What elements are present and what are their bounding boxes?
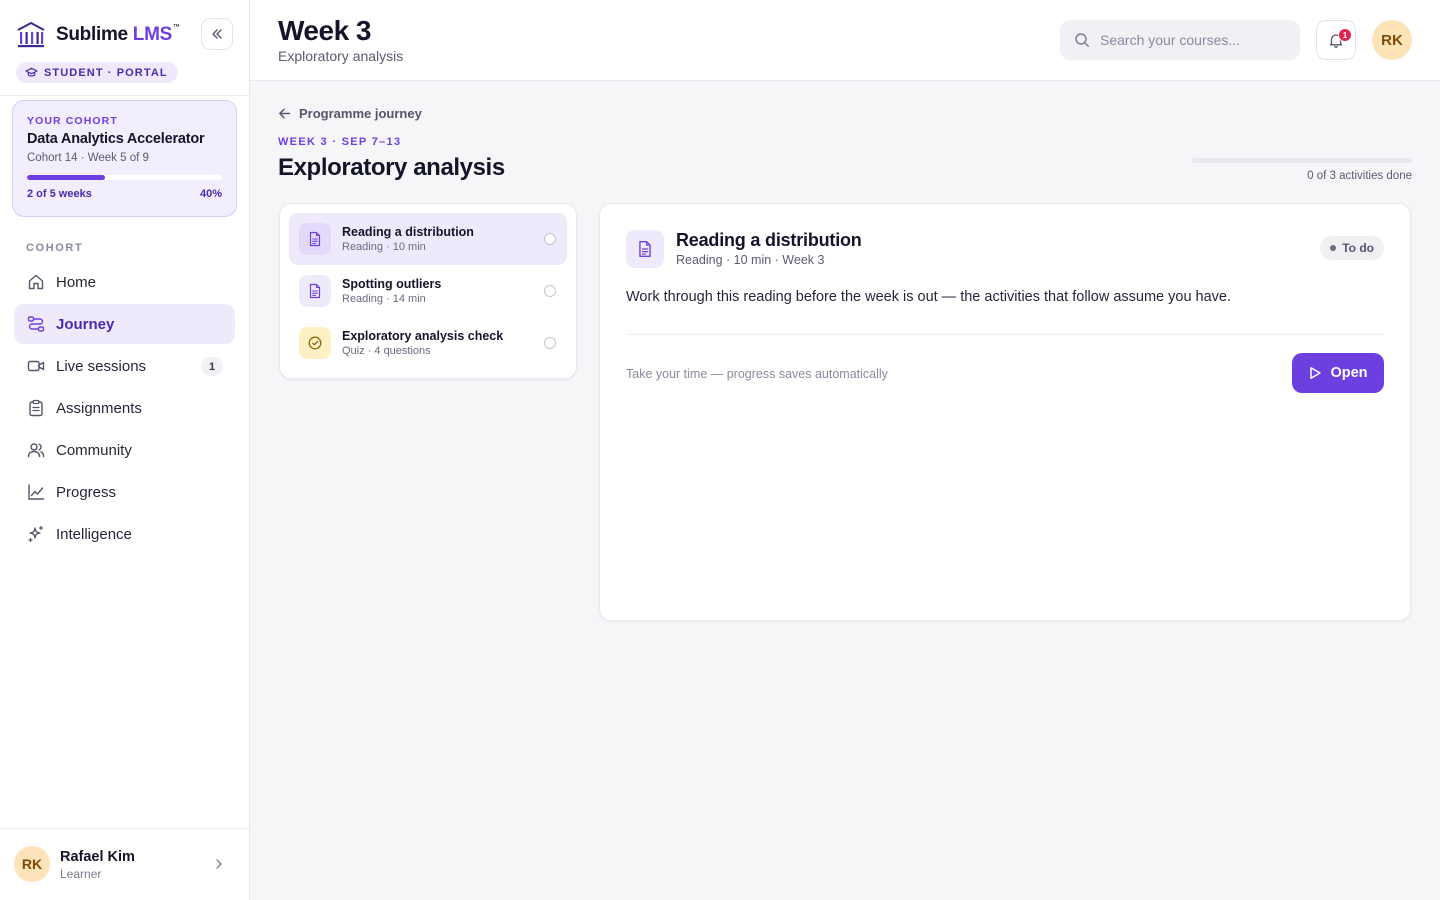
graduation-cap-icon [25, 67, 38, 77]
activity-item[interactable]: Reading a distribution Reading · 10 min [289, 213, 567, 265]
top-bar: Week 3 Exploratory analysis 1 RK [250, 0, 1440, 81]
cohort-weeks-text: 2 of 5 weeks [27, 188, 92, 200]
activity-meta: Reading · 10 min [342, 241, 426, 253]
nav-label: Live sessions [56, 357, 147, 375]
user-name: Rafael Kim [60, 849, 135, 865]
activity-status-radio[interactable] [544, 285, 556, 297]
back-link-label: Programme journey [299, 106, 422, 121]
page-title: Week 3 [278, 15, 372, 46]
brand-logo[interactable]: Sublime LMS™ [16, 20, 180, 50]
autosave-hint: Take your time — progress saves automati… [626, 367, 888, 381]
activity-status-radio[interactable] [544, 233, 556, 245]
activity-title: Exploratory analysis check [342, 329, 504, 343]
week-eyebrow: WEEK 3 · SEP 7–13 [278, 136, 402, 148]
nav-item-live-sessions[interactable]: Live sessions 1 [14, 346, 235, 386]
detail-description: Work through this reading before the wee… [626, 289, 1232, 305]
open-activity-button[interactable]: Open [1292, 353, 1384, 393]
detail-title: Reading a distribution [676, 230, 862, 250]
user-menu[interactable]: RK Rafael Kim Learner [0, 828, 249, 900]
cohort-progress-bar [27, 175, 222, 180]
notifications-button[interactable]: 1 [1316, 20, 1356, 60]
notification-count-badge: 1 [1338, 28, 1352, 42]
cohort-card[interactable]: YOUR COHORT Data Analytics Accelerator C… [12, 100, 237, 217]
divider [626, 334, 1385, 335]
page-subtitle: Exploratory analysis [278, 48, 404, 64]
institution-icon [17, 22, 45, 48]
activity-title: Spotting outliers [342, 277, 442, 291]
activity-meta: Quiz · 4 questions [342, 345, 431, 357]
activity-item[interactable]: Exploratory analysis check Quiz · 4 ques… [289, 317, 567, 369]
nav-item-intelligence[interactable]: Intelligence [14, 514, 235, 554]
cohort-percent-text: 40% [199, 188, 222, 200]
nav-label: Home [56, 273, 97, 291]
activity-detail-panel: Reading a distribution Reading · 10 min … [599, 203, 1411, 621]
back-link[interactable]: Programme journey [278, 106, 422, 121]
chevron-right-icon [216, 859, 222, 869]
cohort-progress-footer: 2 of 5 weeks 40% [27, 188, 222, 200]
status-label: To do [1342, 241, 1374, 255]
search-input[interactable] [1100, 32, 1290, 48]
portal-label: STUDENT · PORTAL [44, 66, 168, 79]
arrow-left-icon [279, 108, 291, 119]
week-progress-text: 0 of 3 activities done [1307, 170, 1412, 182]
sidebar: Sublime LMS™ STUDENT · PORTAL YOUR COHOR… [0, 0, 250, 900]
nav-label: Community [56, 441, 132, 459]
play-icon [1310, 367, 1322, 379]
section-title: Exploratory analysis [278, 154, 505, 181]
nav-heading: COHORT [26, 242, 84, 254]
sidebar-divider [0, 95, 249, 96]
cohort-progress-fill [27, 175, 105, 180]
user-role: Learner [60, 867, 102, 881]
nav-item-assignments[interactable]: Assignments [14, 388, 235, 428]
document-icon [299, 275, 331, 307]
nav-label: Intelligence [56, 525, 132, 543]
avatar: RK [14, 846, 50, 882]
check-circle-icon [299, 327, 331, 359]
document-icon [299, 223, 331, 255]
portal-pill: STUDENT · PORTAL [16, 62, 178, 83]
open-button-label: Open [1330, 365, 1368, 381]
users-icon [26, 440, 46, 460]
activity-title: Reading a distribution [342, 225, 474, 239]
sidebar-nav: Home Journey Live sessions 1 Assignments [14, 262, 235, 556]
nav-item-home[interactable]: Home [14, 262, 235, 302]
document-icon [626, 230, 664, 268]
search-icon [1075, 33, 1089, 47]
chart-line-icon [26, 482, 46, 502]
activity-list: Reading a distribution Reading · 10 min … [279, 203, 577, 379]
activity-item[interactable]: Spotting outliers Reading · 14 min [289, 265, 567, 317]
chevrons-left-icon [212, 29, 222, 39]
video-icon [26, 356, 46, 376]
status-dot [1330, 245, 1337, 251]
nav-item-progress[interactable]: Progress [14, 472, 235, 512]
activity-status-radio[interactable] [544, 337, 556, 349]
brand-name: Sublime LMS™ [56, 24, 180, 45]
sparkles-icon [26, 524, 46, 544]
nav-label: Progress [56, 483, 117, 501]
nav-label: Assignments [56, 399, 142, 417]
nav-label: Journey [56, 315, 115, 333]
home-icon [26, 272, 46, 292]
avatar[interactable]: RK [1372, 20, 1412, 60]
collapse-sidebar-button[interactable] [201, 18, 233, 50]
live-sessions-count-badge: 1 [201, 357, 223, 376]
route-icon [26, 314, 46, 334]
status-badge: To do [1320, 236, 1384, 260]
cohort-name: Data Analytics Accelerator [27, 131, 205, 147]
clipboard-icon [26, 398, 46, 418]
cohort-eyebrow: YOUR COHORT [27, 115, 118, 127]
search-box[interactable] [1060, 20, 1300, 60]
activity-meta: Reading · 14 min [342, 293, 426, 305]
detail-meta: Reading · 10 min · Week 3 [676, 253, 825, 267]
cohort-meta: Cohort 14 · Week 5 of 9 [27, 152, 149, 164]
nav-item-journey[interactable]: Journey [14, 304, 235, 344]
nav-item-community[interactable]: Community [14, 430, 235, 470]
week-progress-bar [1192, 158, 1412, 163]
